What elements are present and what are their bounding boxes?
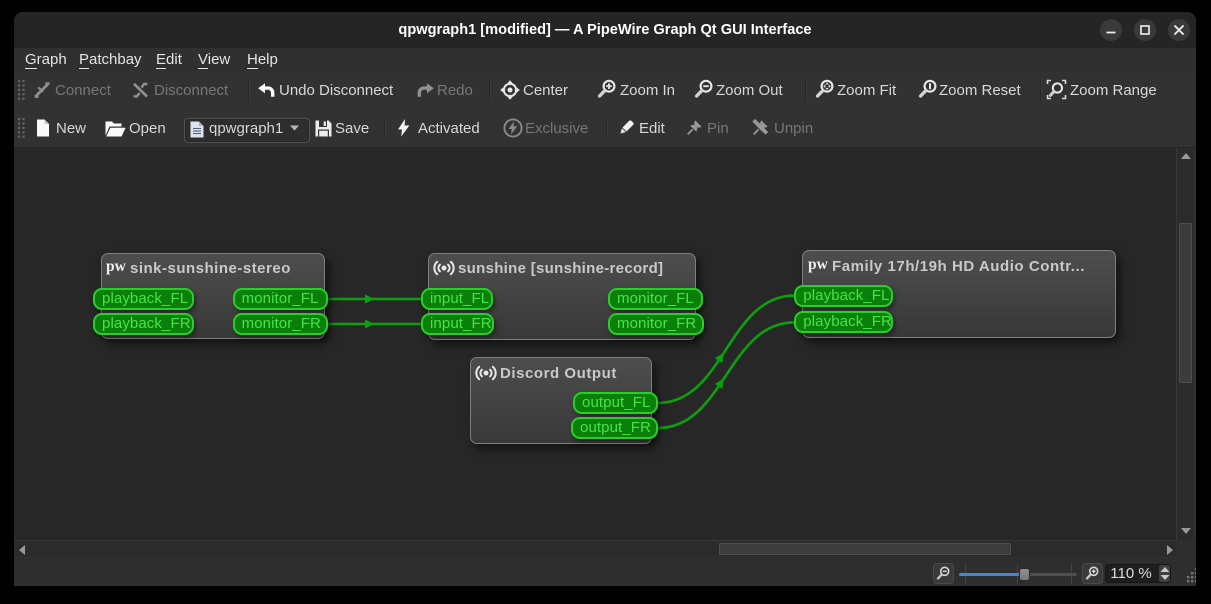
svg-text:pw: pw [808,257,828,273]
svg-text:pw: pw [106,259,126,275]
